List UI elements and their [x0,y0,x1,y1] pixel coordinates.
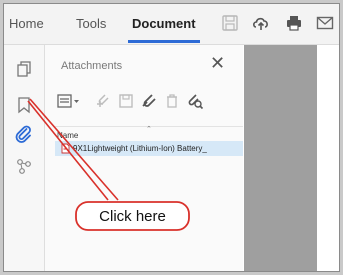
document-view-area[interactable] [244,45,317,271]
pdf-file-icon [61,143,70,154]
top-menu-bar: Home Tools Document [4,4,339,45]
bookmark-icon[interactable] [14,95,34,115]
left-tool-strip [4,45,45,271]
attachment-row[interactable]: 9X1Lightweight (Lithium-Ion) Battery_ [55,141,243,156]
print-icon[interactable] [285,14,303,32]
search-attachment-icon[interactable] [186,92,204,110]
menu-tools[interactable]: Tools [76,16,106,31]
layers-icon[interactable] [14,156,34,176]
upload-cloud-icon[interactable] [252,14,270,32]
delete-icon[interactable] [163,92,181,110]
save-icon[interactable] [221,14,239,32]
active-tab-indicator [128,40,200,43]
mail-icon[interactable] [316,14,334,32]
menu-document[interactable]: Document [132,16,196,31]
open-attachment-icon[interactable] [140,92,158,110]
save-attachment-icon[interactable] [117,92,135,110]
attachments-panel: Attachments ✕ Name ⌃ 9X1Lightweight (Lit… [45,45,243,271]
menu-home[interactable]: Home [9,16,44,31]
pages-icon[interactable] [14,59,34,79]
close-icon[interactable]: ✕ [210,54,225,72]
add-file-icon[interactable] [94,92,112,110]
column-name-label: Name [57,131,79,140]
attachment-paperclip-icon[interactable] [14,124,34,144]
app-window: Home Tools Document Attachments ✕ Name ⌃… [3,3,340,272]
panel-title: Attachments [61,60,123,72]
attachments-toolbar [55,90,235,114]
name-column-header[interactable]: Name ⌃ [55,126,243,142]
callout-label: Click here [99,208,166,225]
sort-caret-icon: ⌃ [146,126,152,133]
options-dropdown-icon[interactable] [57,92,81,110]
attachment-file-name: 9X1Lightweight (Lithium-Ion) Battery_ [73,144,207,153]
right-pane [317,45,339,271]
